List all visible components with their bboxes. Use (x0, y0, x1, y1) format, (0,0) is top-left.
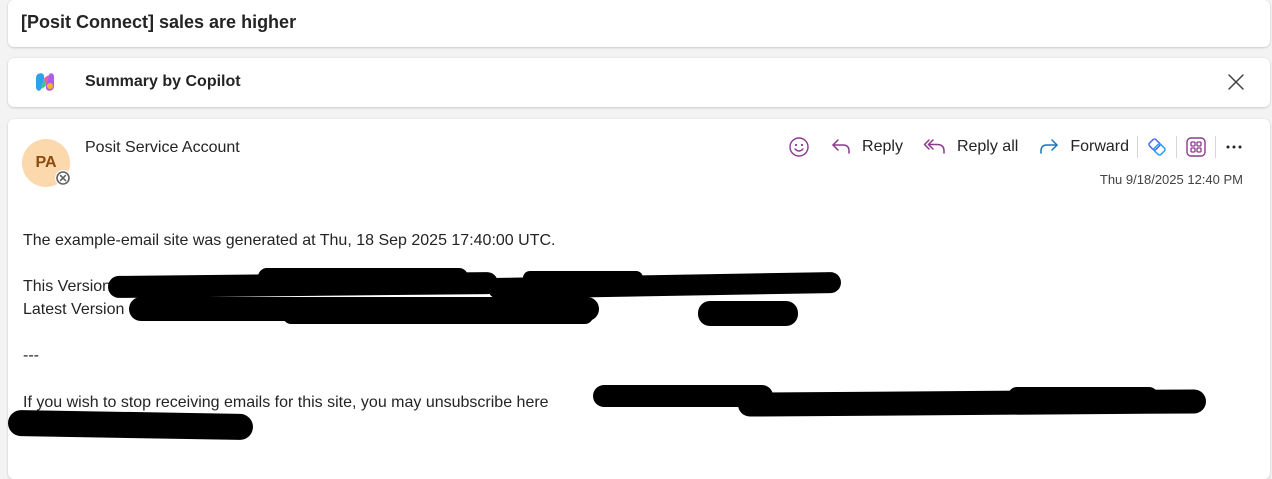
toolbar-divider (1176, 136, 1177, 158)
forward-label: Forward (1070, 138, 1129, 155)
message-pane: PA Posit Service Account Reply Reply all… (7, 119, 1270, 479)
reply-icon (832, 139, 850, 154)
emoji-icon (789, 137, 809, 157)
loop-icon (1148, 138, 1166, 156)
toolbar-divider (1137, 136, 1138, 158)
forward-button[interactable]: Forward (1038, 134, 1129, 160)
copilot-summary-label[interactable]: Summary by Copilot (85, 73, 241, 91)
reply-label: Reply (862, 138, 903, 155)
body-separator: --- (23, 347, 39, 364)
message-timestamp: Thu 9/18/2025 12:40 PM (1099, 172, 1243, 187)
email-subject: [Posit Connect] sales are higher (21, 12, 297, 32)
more-icon (1226, 145, 1242, 149)
close-icon[interactable] (1226, 72, 1246, 92)
emoji-button[interactable] (788, 134, 810, 160)
apps-icon (1186, 137, 1206, 157)
redaction-mark (1008, 387, 1158, 405)
reply-button[interactable]: Reply (830, 134, 903, 160)
forward-icon (1040, 139, 1059, 154)
subject-bar: [Posit Connect] sales are higher (8, 0, 1270, 47)
redaction-mark (523, 271, 643, 285)
avatar-initials: PA (35, 154, 57, 171)
body-unsubscribe-line: If you wish to stop receiving emails for… (23, 394, 549, 411)
message-actions-toolbar: Reply Reply all Forward (788, 134, 1244, 160)
more-actions-button[interactable] (1224, 134, 1244, 160)
redaction-mark (7, 409, 254, 441)
toolbar-divider (1215, 136, 1216, 158)
reply-all-button[interactable]: Reply all (923, 134, 1018, 160)
copilot-summary-bar[interactable]: Summary by Copilot (8, 58, 1270, 107)
body-generated-line: The example-email site was generated at … (23, 232, 556, 249)
redaction-mark (258, 268, 468, 286)
redaction-mark (283, 308, 593, 324)
loop-button[interactable] (1146, 134, 1168, 160)
apps-button[interactable] (1185, 134, 1207, 160)
body-latest-version-label: Latest Version (23, 301, 125, 318)
redaction-mark (698, 301, 798, 326)
reply-all-label: Reply all (956, 138, 1019, 155)
presence-offline-icon (55, 170, 71, 186)
body-this-version-label: This Version (23, 278, 112, 295)
copilot-logo-icon (36, 73, 54, 91)
sender-name[interactable]: Posit Service Account (85, 139, 240, 157)
reply-all-icon (923, 139, 945, 154)
